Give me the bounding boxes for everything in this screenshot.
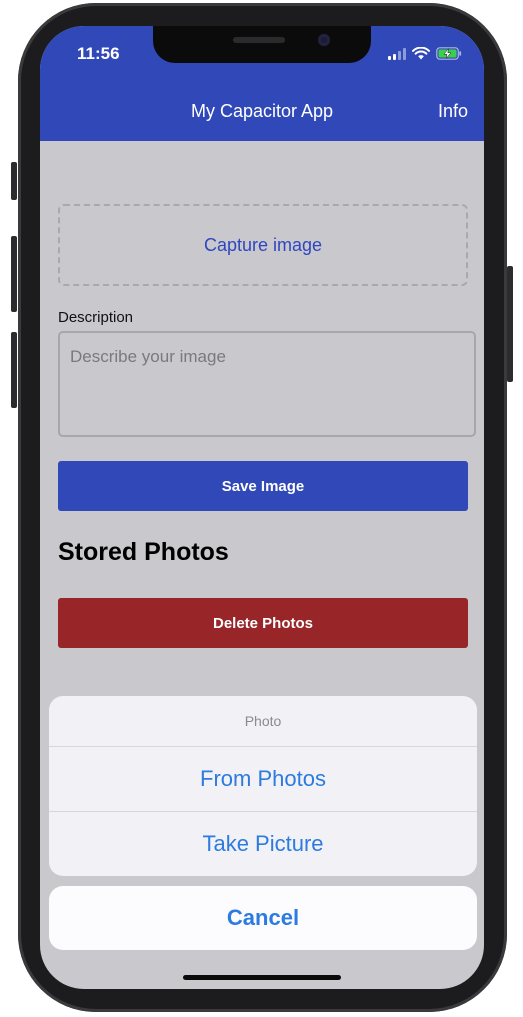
volume-down-button bbox=[11, 332, 17, 408]
cancel-button[interactable]: Cancel bbox=[49, 886, 477, 950]
info-button[interactable]: Info bbox=[438, 101, 468, 122]
save-image-label: Save Image bbox=[221, 477, 305, 495]
status-time: 11:56 bbox=[77, 44, 120, 63]
stored-photos-heading: Stored Photos bbox=[58, 538, 229, 566]
home-indicator[interactable] bbox=[183, 975, 341, 980]
capture-image-label: Capture image bbox=[203, 234, 323, 255]
app-screen: 11:56 My Capacitor App Info Capture imag… bbox=[40, 26, 484, 989]
save-image-button[interactable]: Save Image bbox=[58, 461, 468, 511]
delete-photos-label: Delete Photos bbox=[212, 614, 314, 632]
front-camera bbox=[318, 34, 330, 46]
wifi-icon bbox=[412, 47, 430, 60]
mute-switch bbox=[11, 162, 17, 200]
action-sheet-title: Photo bbox=[244, 713, 282, 729]
description-textarea[interactable]: Describe your image bbox=[58, 331, 476, 437]
status-icons bbox=[388, 47, 462, 60]
page-title: My Capacitor App bbox=[190, 101, 334, 121]
description-label: Description bbox=[58, 309, 134, 326]
speaker-grille bbox=[233, 37, 285, 43]
take-picture-option[interactable]: Take Picture bbox=[49, 811, 477, 876]
delete-photos-button[interactable]: Delete Photos bbox=[58, 598, 468, 648]
signal-icon bbox=[388, 48, 406, 60]
description-placeholder: Describe your image bbox=[70, 347, 226, 366]
device-notch bbox=[153, 26, 371, 63]
volume-up-button bbox=[11, 236, 17, 312]
app-header: 11:56 My Capacitor App Info bbox=[40, 26, 484, 141]
battery-charging-icon bbox=[436, 47, 462, 60]
power-button bbox=[507, 266, 513, 382]
capture-image-area[interactable]: Capture image bbox=[58, 204, 468, 286]
from-photos-option[interactable]: From Photos bbox=[49, 746, 477, 811]
photo-action-sheet: Photo From Photos Take Picture bbox=[49, 696, 477, 876]
